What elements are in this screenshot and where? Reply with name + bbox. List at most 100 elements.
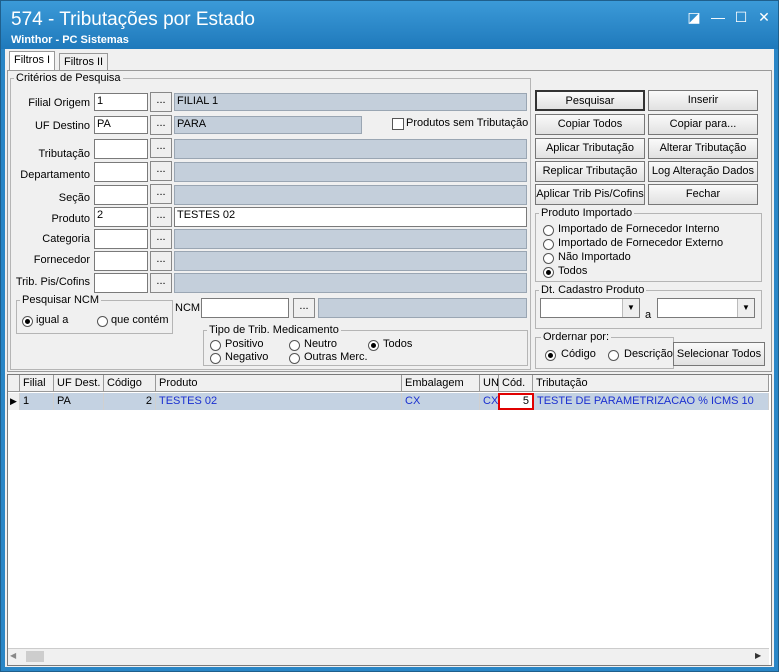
trib-pis-input[interactable] [94, 273, 148, 293]
cell-cod-highlighted[interactable]: 5 [498, 393, 534, 410]
dt-cadastro-end-combo[interactable]: ▼ [657, 298, 755, 318]
ordenar-codigo-radio[interactable] [545, 350, 556, 361]
cell-tributacao[interactable]: TESTE DE PARAMETRIZACAO % ICMS 10 [534, 393, 769, 410]
scroll-thumb[interactable] [26, 651, 44, 662]
col-header-uf[interactable]: UF Dest. [54, 375, 104, 392]
filial-lookup-button[interactable]: ... [150, 92, 172, 112]
cell-filial[interactable]: 1 [20, 393, 54, 410]
categoria-lookup-button[interactable]: ... [150, 229, 172, 249]
criteria-group-title: Critérios de Pesquisa [14, 72, 123, 84]
dt-cadastro-start-combo[interactable]: ▼ [540, 298, 640, 318]
uf-input[interactable]: PA [94, 116, 148, 134]
fornecedor-lookup-button[interactable]: ... [150, 251, 172, 271]
med-todos-radio[interactable] [368, 340, 379, 351]
results-grid[interactable]: Filial UF Dest. Código Produto Embalagem… [7, 374, 772, 666]
selecionar-todos-button[interactable]: Selecionar Todos [673, 342, 765, 366]
trib-pis-label: Trib. Pis/Cofins [15, 276, 90, 288]
med-outras-label: Outras Merc. [304, 351, 368, 363]
ncm-label: NCM [175, 302, 201, 314]
copiar-todos-button[interactable]: Copiar Todos [535, 114, 645, 135]
replicar-tributacao-button[interactable]: Replicar Tributação [535, 161, 645, 182]
ncm-description [318, 298, 527, 318]
ncm-input[interactable] [201, 298, 289, 318]
importado-interno-radio[interactable] [543, 225, 554, 236]
aplicar-pis-cofins-button[interactable]: Aplicar Trib Pis/Cofins [535, 184, 645, 205]
ncm-contem-radio[interactable] [97, 316, 108, 327]
cell-produto[interactable]: TESTES 02 [156, 393, 402, 410]
fechar-button[interactable]: Fechar [648, 184, 758, 205]
col-header-cod[interactable]: Cód. [499, 375, 533, 392]
categoria-input[interactable] [94, 229, 148, 249]
med-positivo-radio[interactable] [210, 340, 221, 351]
maximize-button[interactable]: ☐ [731, 9, 751, 26]
ordenar-descricao-radio[interactable] [608, 350, 619, 361]
chevron-down-icon[interactable]: ▼ [737, 299, 754, 317]
filters-panel: Critérios de Pesquisa Filial Origem 1 ..… [7, 70, 772, 372]
ordenar-title: Ordernar por: [541, 331, 612, 343]
secao-label: Seção [58, 192, 90, 204]
tributacao-label: Tributação [38, 148, 90, 160]
cell-un[interactable]: CX [480, 393, 499, 410]
row-pointer-icon: ▶ [8, 393, 20, 410]
produto-importado-title: Produto Importado [539, 207, 635, 219]
med-outras-radio[interactable] [289, 353, 300, 364]
close-button[interactable]: ✕ [754, 9, 774, 26]
restore-icon[interactable]: ◪ [684, 9, 704, 26]
col-header-filial[interactable]: Filial [20, 375, 54, 392]
departamento-label: Departamento [20, 169, 90, 181]
filial-input[interactable]: 1 [94, 93, 148, 111]
ncm-lookup-button[interactable]: ... [293, 298, 315, 318]
filial-label: Filial Origem [28, 97, 90, 109]
tab-filtros-2[interactable]: Filtros II [59, 53, 109, 70]
app-window: 574 - Tributações por Estado Winthor - P… [0, 0, 779, 672]
secao-description [174, 185, 527, 205]
scroll-left-icon[interactable]: ◀ [10, 651, 20, 662]
aplicar-tributacao-button[interactable]: Aplicar Tributação [535, 138, 645, 159]
tributacao-lookup-button[interactable]: ... [150, 138, 172, 158]
alterar-tributacao-button[interactable]: Alterar Tributação [648, 138, 758, 159]
col-header-codigo[interactable]: Código [104, 375, 156, 392]
title-bar: 574 - Tributações por Estado Winthor - P… [1, 1, 778, 49]
tab-filtros-1[interactable]: Filtros I [9, 51, 56, 71]
minimize-button[interactable]: — [708, 9, 728, 25]
horizontal-scrollbar[interactable]: ◀ ▶ [8, 648, 769, 665]
copiar-para-button[interactable]: Copiar para... [648, 114, 758, 135]
produtos-sem-tributacao-checkbox[interactable] [392, 118, 404, 130]
col-header-produto[interactable]: Produto [156, 375, 402, 392]
uf-lookup-button[interactable]: ... [150, 115, 172, 135]
trib-pis-lookup-button[interactable]: ... [150, 273, 172, 293]
col-header-tributacao[interactable]: Tributação [533, 375, 769, 392]
departamento-lookup-button[interactable]: ... [150, 161, 172, 181]
chevron-down-icon[interactable]: ▼ [622, 299, 639, 317]
col-header-un[interactable]: UN [480, 375, 499, 392]
secao-lookup-button[interactable]: ... [150, 184, 172, 204]
cell-embalagem[interactable]: CX [402, 393, 480, 410]
dt-cadastro-title: Dt. Cadastro Produto [539, 284, 647, 296]
log-alteracao-button[interactable]: Log Alteração Dados [648, 161, 758, 182]
med-negativo-radio[interactable] [210, 353, 221, 364]
produto-lookup-button[interactable]: ... [150, 207, 172, 227]
importado-todos-radio[interactable] [543, 267, 554, 278]
pesquisar-button[interactable]: Pesquisar [535, 90, 645, 111]
med-neutro-radio[interactable] [289, 340, 300, 351]
medicamento-group-title: Tipo de Trib. Medicamento [207, 324, 341, 336]
ncm-igual-radio[interactable] [22, 316, 33, 327]
window-title: 574 - Tributações por Estado [11, 9, 255, 30]
scroll-right-icon[interactable]: ▶ [755, 651, 765, 662]
trib-pis-description [174, 273, 527, 293]
produto-input[interactable]: 2 [94, 207, 148, 227]
inserir-button[interactable]: Inserir [648, 90, 758, 111]
importado-externo-radio[interactable] [543, 239, 554, 250]
col-header-embalagem[interactable]: Embalagem [402, 375, 480, 392]
filial-description: FILIAL 1 [174, 93, 527, 111]
tributacao-input[interactable] [94, 139, 148, 159]
categoria-description [174, 229, 527, 249]
secao-input[interactable] [94, 185, 148, 205]
fornecedor-input[interactable] [94, 251, 148, 271]
window-subtitle: Winthor - PC Sistemas [11, 34, 129, 46]
departamento-input[interactable] [94, 162, 148, 182]
cell-uf[interactable]: PA [54, 393, 104, 410]
dt-cadastro-separator: a [645, 309, 652, 321]
cell-codigo[interactable]: 2 [104, 393, 156, 410]
nao-importado-radio[interactable] [543, 253, 554, 264]
